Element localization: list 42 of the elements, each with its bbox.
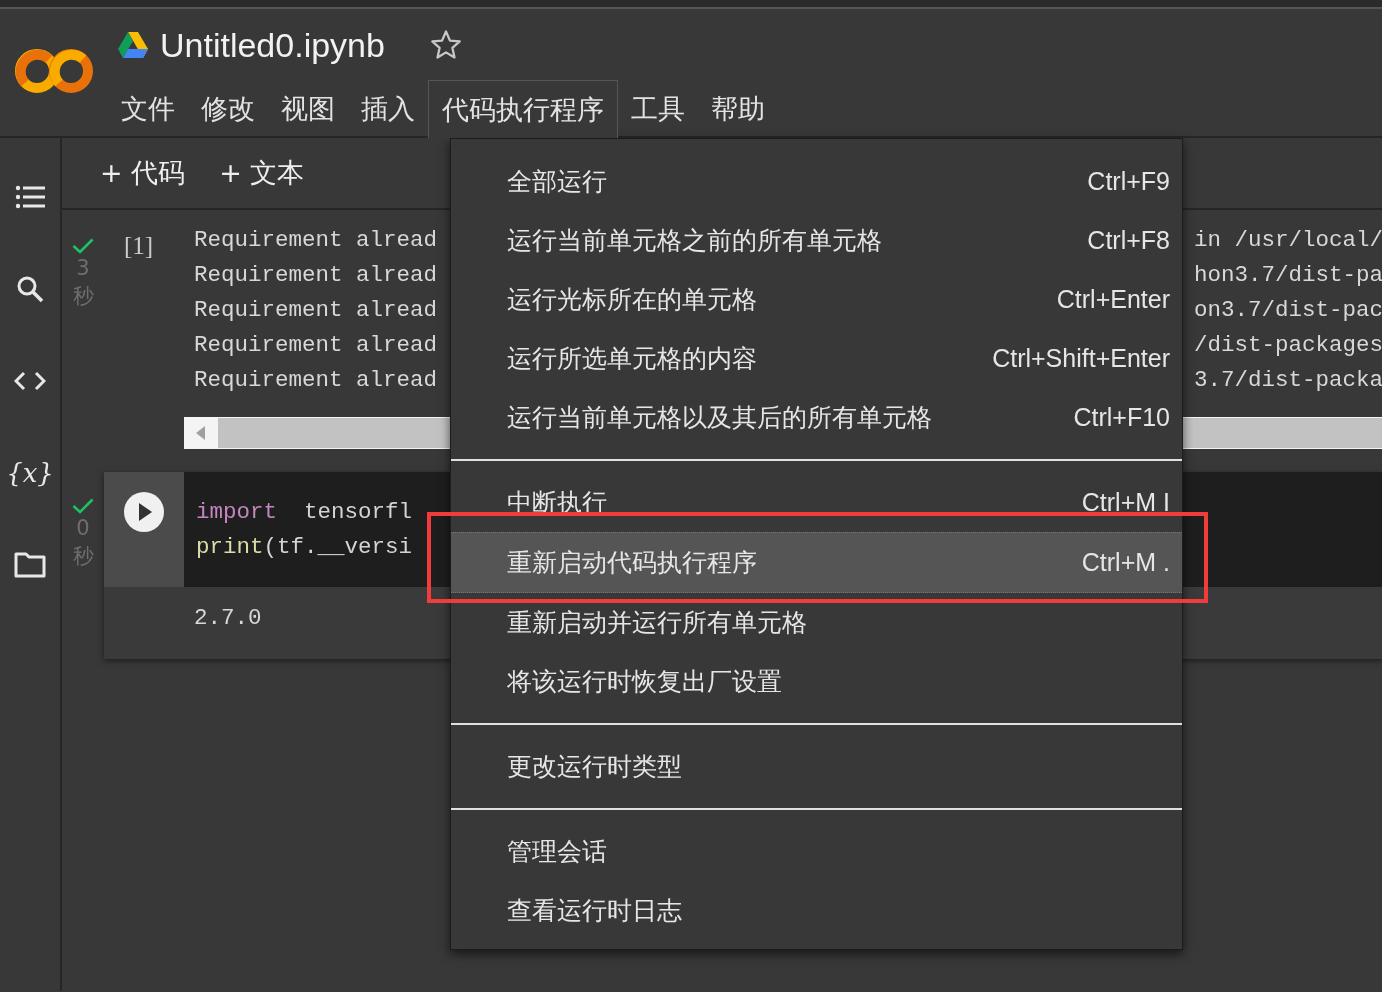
output-line: Requirement alread <box>194 226 439 253</box>
drive-icon[interactable] <box>118 32 148 58</box>
code-line: import tensorfl <box>196 498 413 527</box>
menu-item[interactable]: 文件 <box>108 80 188 138</box>
output-line: 3.7/dist-packa <box>1194 366 1382 393</box>
menu-option[interactable]: 更改运行时类型 <box>451 737 1182 796</box>
menu-item[interactable]: 工具 <box>618 80 698 138</box>
logo-icon <box>15 47 95 95</box>
add-cell-button[interactable]: + 代码 <box>90 151 196 195</box>
search-icon[interactable] <box>16 274 44 304</box>
menu-option[interactable]: 重新启动代码执行程序 Ctrl+M . <box>451 532 1182 593</box>
star-icon[interactable] <box>428 28 463 62</box>
menu-item[interactable]: 插入 <box>348 80 428 138</box>
folder-icon[interactable] <box>14 550 46 580</box>
menu-option[interactable]: 将该运行时恢复出厂设置 <box>451 652 1182 711</box>
menu-option[interactable]: 运行当前单元格之前的所有单元格 Ctrl+F8 <box>451 211 1182 270</box>
menu-item[interactable]: 视图 <box>268 80 348 138</box>
menu-option[interactable]: 运行当前单元格以及其后的所有单元格 Ctrl+F10 <box>451 388 1182 447</box>
output-line: on3.7/dist-pac <box>1194 296 1382 323</box>
output-line: hon3.7/dist-pa <box>1194 261 1382 288</box>
code-line: print(tf.__versi <box>196 533 413 562</box>
menu-option[interactable]: 运行所选单元格的内容 Ctrl+Shift+Enter <box>451 329 1182 388</box>
execution-count: [1] <box>124 232 154 259</box>
output-line: Requirement alread <box>194 331 439 358</box>
menu-item[interactable]: 帮助 <box>698 80 778 138</box>
variables-icon[interactable]: {x} <box>6 458 54 488</box>
menu-option[interactable]: 全部运行 Ctrl+F9 <box>451 152 1182 211</box>
add-cell-button[interactable]: + 文本 <box>209 151 315 195</box>
output-line: in /usr/local/ <box>1194 226 1382 253</box>
menu-item[interactable]: 代码执行程序 <box>428 80 618 138</box>
output-line: Requirement alread <box>194 366 439 393</box>
output-line: Requirement alread <box>194 296 439 323</box>
menu-option[interactable]: 查看运行时日志 <box>451 881 1182 940</box>
menu-item[interactable]: 修改 <box>188 80 268 138</box>
run-button[interactable] <box>124 492 164 532</box>
menu-option[interactable]: 运行光标所在的单元格 Ctrl+Enter <box>451 270 1182 329</box>
output-line: /dist-packages <box>1194 331 1382 358</box>
cell-output: 2.7.0 <box>194 605 262 631</box>
menu-option[interactable]: 管理会话 <box>451 822 1182 881</box>
notebook-title[interactable]: Untitled0.ipynb <box>160 25 385 65</box>
output-line: Requirement alread <box>194 261 439 288</box>
menu-option[interactable]: 重新启动并运行所有单元格 <box>451 593 1182 652</box>
